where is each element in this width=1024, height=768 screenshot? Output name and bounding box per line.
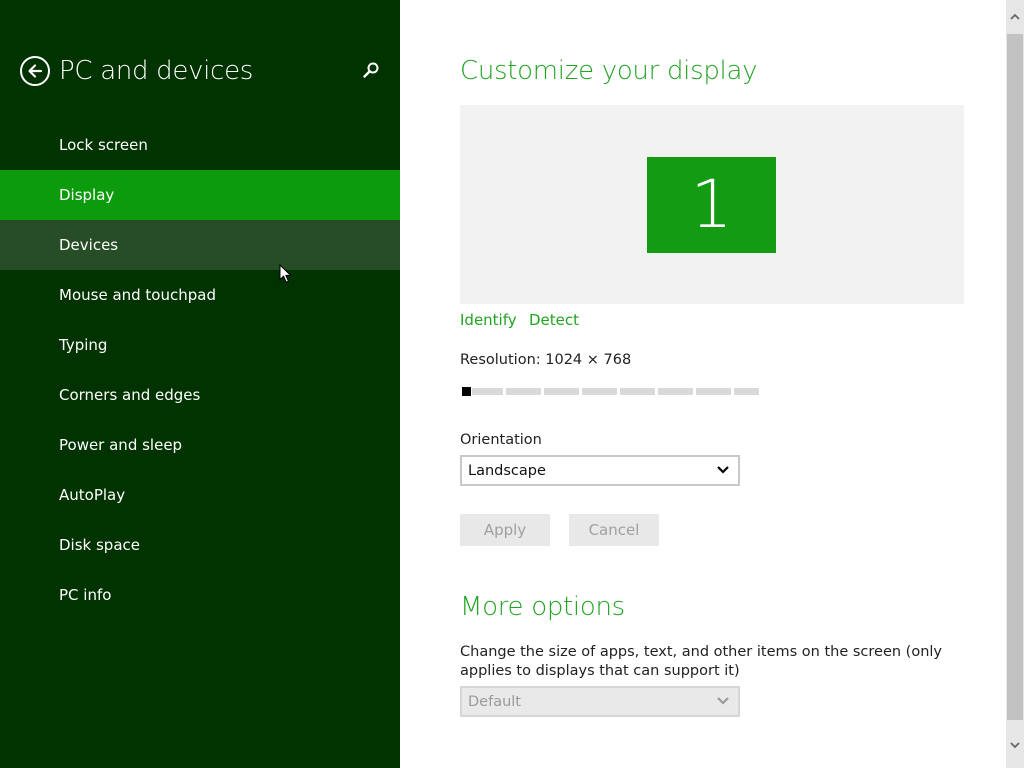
slider-track-segment [620,388,655,395]
monitor-number: 1 [690,166,733,243]
sidebar-item-devices[interactable]: Devices [0,220,400,270]
main-content: Customize your display 1 Identify Detect… [400,0,1006,768]
search-button[interactable] [360,60,382,82]
apply-button[interactable]: Apply [460,514,550,546]
slider-track-segment [696,388,731,395]
sidebar-item-label: AutoPlay [59,486,126,504]
detect-link[interactable]: Detect [529,310,579,330]
sidebar-item-typing[interactable]: Typing [0,320,400,370]
slider-track-segment [658,388,693,395]
page-title: Customize your display [460,56,758,86]
sidebar-item-pc-info[interactable]: PC info [0,570,400,620]
back-button[interactable] [20,56,50,86]
sidebar-item-label: Disk space [59,536,140,554]
mouse-cursor-icon [279,264,292,283]
scrollbar-thumb[interactable] [1007,34,1023,720]
chevron-down-icon [717,466,729,474]
orientation-dropdown[interactable]: Landscape [460,455,740,486]
resolution-label: Resolution: 1024 × 768 [460,352,632,368]
sidebar-item-autoplay[interactable]: AutoPlay [0,470,400,520]
slider-track-segment [582,388,617,395]
sidebar-item-label: Typing [59,336,108,354]
chevron-down-icon [717,697,729,705]
vertical-scrollbar[interactable] [1006,0,1024,768]
sidebar-item-label: Devices [59,236,119,254]
sidebar-item-label: Lock screen [59,136,148,154]
slider-track-segment [734,388,759,395]
back-arrow-icon [28,64,43,78]
slider-track-segment [544,388,579,395]
sidebar-item-label: Corners and edges [59,386,201,404]
sidebar-item-lock-screen[interactable]: Lock screen [0,120,400,170]
sidebar-item-corners-and-edges[interactable]: Corners and edges [0,370,400,420]
sidebar-nav: Lock screen Display Devices Mouse and to… [0,120,400,620]
sidebar-item-power-and-sleep[interactable]: Power and sleep [0,420,400,470]
size-dropdown[interactable]: Default [460,686,740,717]
sidebar: PC and devices Lock screen Display Devic… [0,0,400,768]
sidebar-item-display[interactable]: Display [0,170,400,220]
scroll-down-icon[interactable] [1010,740,1020,750]
search-icon [363,62,379,78]
sidebar-item-label: Mouse and touchpad [59,286,216,304]
size-value: Default [468,694,521,710]
resolution-slider[interactable] [460,386,760,396]
sidebar-item-label: Display [59,186,115,204]
sidebar-item-label: PC info [59,586,112,604]
sidebar-header: PC and devices [0,52,400,90]
scroll-up-icon[interactable] [1010,12,1020,22]
more-options-title: More options [460,592,625,622]
slider-track-segment [506,388,541,395]
identify-link[interactable]: Identify [460,310,517,330]
cancel-button[interactable]: Cancel [569,514,659,546]
slider-track-segment [472,388,503,395]
orientation-value: Landscape [468,463,546,479]
display-arrangement-area: 1 [460,105,964,304]
monitor-tile[interactable]: 1 [647,157,776,253]
orientation-label: Orientation [460,432,542,448]
sidebar-title: PC and devices [59,56,254,86]
sidebar-item-disk-space[interactable]: Disk space [0,520,400,570]
size-description: Change the size of apps, text, and other… [460,644,943,679]
slider-thumb[interactable] [462,387,471,396]
sidebar-item-mouse-and-touchpad[interactable]: Mouse and touchpad [0,270,400,320]
sidebar-item-label: Power and sleep [59,436,183,454]
